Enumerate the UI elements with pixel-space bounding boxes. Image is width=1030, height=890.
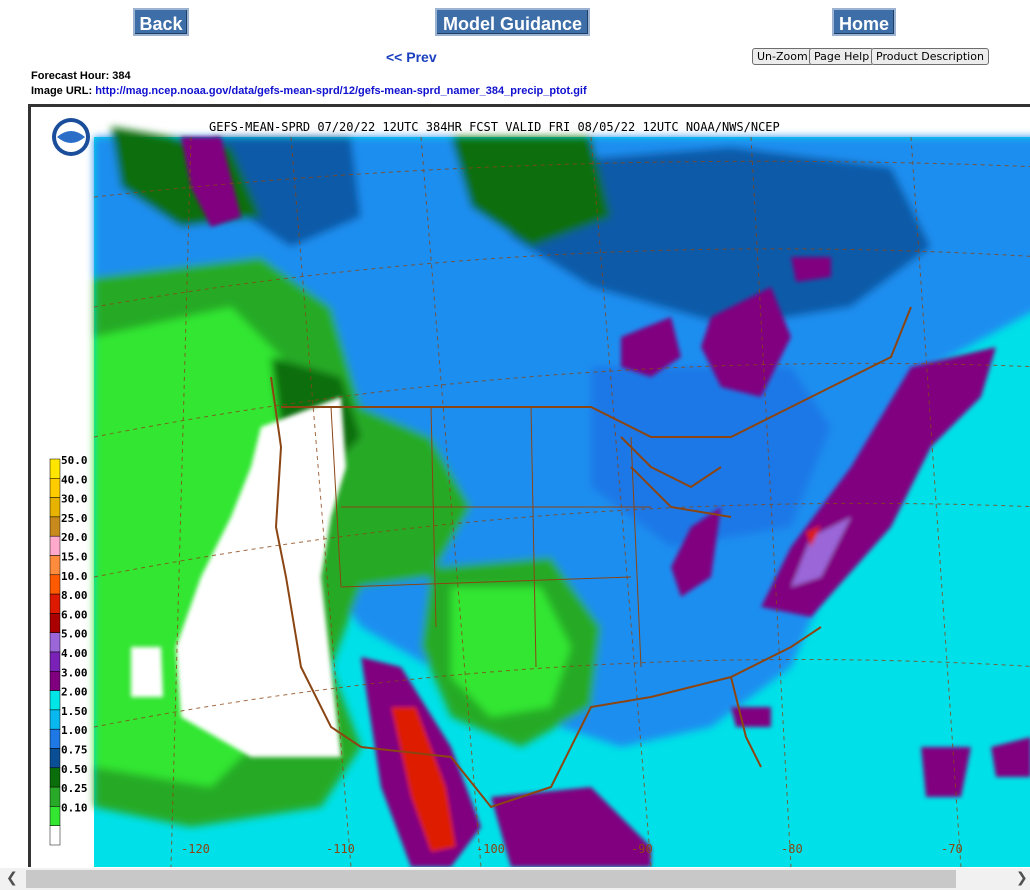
legend-swatch [49, 458, 61, 479]
map-frame: GEFS-MEAN-SPRD 07/20/22 12UTC 384HR FCST… [28, 104, 1030, 867]
home-button[interactable]: Home [832, 8, 896, 36]
legend-swatch [49, 671, 61, 691]
forecast-hour-label: Forecast Hour: 384 [31, 70, 131, 82]
legend-label: 0.75 [61, 744, 88, 757]
legend-swatch [49, 478, 61, 498]
scroll-right-icon[interactable]: ❯ [1016, 870, 1028, 886]
legend-label: 15.0 [61, 551, 88, 564]
legend-label: 0.25 [61, 782, 88, 795]
legend-label: 20.0 [61, 531, 88, 544]
longitude-label: -120 [181, 842, 210, 856]
legend-label: 3.00 [61, 666, 88, 679]
legend-swatch [49, 632, 61, 653]
legend-swatch [49, 748, 61, 769]
precip-map[interactable]: GEFS-MEAN-SPRD 07/20/22 12UTC 384HR FCST… [31, 107, 1030, 867]
legend-swatch [49, 555, 61, 576]
longitude-label: -100 [476, 842, 505, 856]
legend-swatch [49, 497, 61, 518]
legend-label: 5.00 [61, 628, 88, 641]
map-title: GEFS-MEAN-SPRD 07/20/22 12UTC 384HR FCST… [209, 120, 780, 134]
legend-swatch [49, 535, 61, 556]
legend-label: 1.00 [61, 724, 88, 737]
scroll-thumb[interactable] [26, 870, 956, 888]
legend-swatch [49, 709, 61, 730]
legend-label: 30.0 [61, 493, 88, 506]
page-help-button[interactable]: Page Help [809, 48, 875, 65]
legend-swatch [49, 767, 61, 788]
legend-label: 0.10 [61, 801, 88, 814]
longitude-label: -110 [326, 842, 355, 856]
legend-swatch [49, 690, 61, 711]
map-field [93, 127, 1030, 867]
legend-label: 4.00 [61, 647, 88, 660]
legend-swatch [49, 806, 61, 826]
legend-label: 2.00 [61, 686, 88, 699]
legend-swatch [49, 651, 61, 672]
legend-swatch [49, 825, 61, 846]
legend-swatch [49, 786, 61, 807]
prev-link[interactable]: << Prev [386, 49, 437, 65]
legend-label: 50.0 [61, 454, 88, 467]
model-guidance-button[interactable]: Model Guidance [435, 8, 590, 36]
legend-label: 8.00 [61, 589, 88, 602]
legend-swatch [49, 593, 61, 614]
legend-label: 1.50 [61, 705, 88, 718]
product-description-button[interactable]: Product Description [871, 48, 989, 65]
legend-swatch [49, 728, 61, 749]
legend-label: 10.0 [61, 570, 88, 583]
legend-label: 25.0 [61, 512, 88, 525]
back-button[interactable]: Back [133, 8, 189, 36]
scroll-left-icon[interactable]: ❮ [6, 870, 18, 886]
legend-swatch [49, 613, 61, 633]
image-url-label: Image URL: [31, 85, 93, 97]
noaa-logo [52, 118, 90, 156]
legend-swatch [49, 516, 61, 537]
longitude-label: -70 [941, 842, 963, 856]
legend-label: 40.0 [61, 473, 88, 486]
legend-label: 0.50 [61, 763, 88, 776]
unzoom-button[interactable]: Un-Zoom [752, 48, 813, 65]
precip-legend: 50.0 40.0 30.0 25.0 20.0 15.0 10.0 8.00 6.00 5.00… [49, 454, 88, 846]
legend-swatch [49, 574, 61, 595]
image-url-link[interactable]: http://mag.ncep.noaa.gov/data/gefs-mean-… [95, 85, 586, 97]
horizontal-scrollbar[interactable]: ❮ ❯ [0, 868, 1030, 890]
longitude-label: -90 [631, 842, 653, 856]
longitude-label: -80 [781, 842, 803, 856]
legend-label: 6.00 [61, 608, 88, 621]
image-url-row: Image URL: http://mag.ncep.noaa.gov/data… [31, 85, 587, 97]
